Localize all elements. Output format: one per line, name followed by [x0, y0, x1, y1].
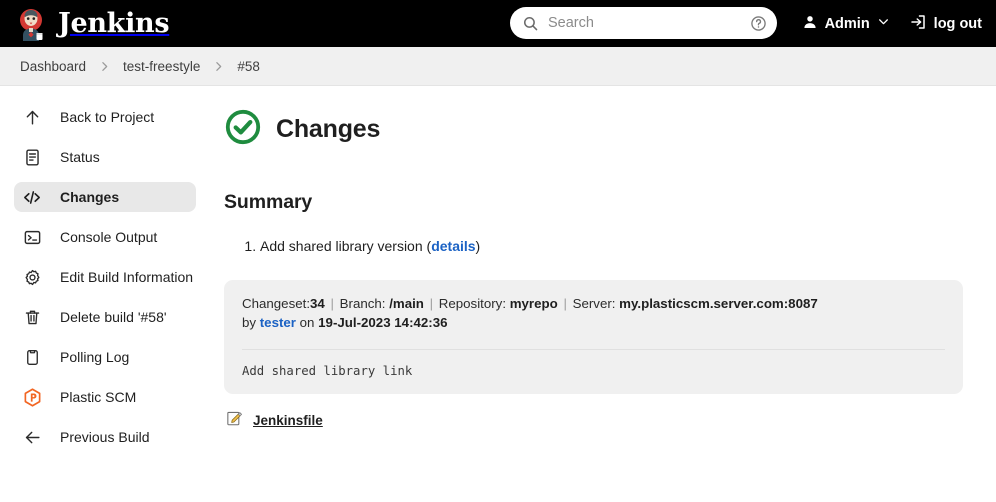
server-value: my.plasticscm.server.com:8087 — [619, 295, 818, 311]
sidebar-item-label: Back to Project — [60, 109, 155, 125]
breadcrumb: Dashboard test-freestyle #58 — [0, 47, 996, 86]
details-link[interactable]: details — [431, 238, 475, 254]
meta-separator: | — [425, 295, 437, 311]
meta-separator: | — [326, 295, 338, 311]
trash-icon — [22, 307, 42, 327]
plastic-scm-logo-icon — [22, 387, 42, 407]
code-brackets-icon — [22, 187, 42, 207]
chevron-right-icon — [208, 60, 229, 73]
sidebar-item-label: Previous Build — [60, 429, 150, 445]
help-circle-icon[interactable] — [750, 15, 767, 32]
person-icon — [802, 14, 818, 34]
summary-list: Add shared library version (details) — [224, 236, 963, 258]
sidebar-item-previous-build[interactable]: Previous Build — [14, 422, 196, 452]
sidebar-item-edit-build-information[interactable]: Edit Build Information — [14, 262, 196, 292]
logout-arrow-icon — [909, 13, 927, 35]
header-actions: Admin log out — [802, 0, 982, 47]
search-icon — [522, 15, 539, 32]
changeset-divider — [242, 348, 945, 350]
logout-button[interactable]: log out — [909, 13, 982, 35]
page-title: Changes — [276, 115, 381, 143]
changeset-value: 34 — [310, 295, 325, 311]
arrow-up-icon — [22, 107, 42, 127]
sidebar-item-label: Edit Build Information — [60, 269, 194, 285]
sidebar-item-polling-log[interactable]: Polling Log — [14, 342, 196, 372]
sidebar-item-label: Changes — [60, 189, 120, 205]
summary-item-text-after: ) — [475, 238, 481, 254]
breadcrumb-item-dashboard[interactable]: Dashboard — [14, 56, 92, 77]
breadcrumb-item-test-freestyle[interactable]: test-freestyle — [117, 56, 206, 77]
changeset-timestamp: 19-Jul-2023 14:42:36 — [318, 315, 448, 331]
repository-label: Repository: — [438, 295, 510, 311]
sidebar-item-label: Console Output — [60, 229, 158, 245]
branch-value: /main — [389, 295, 424, 311]
app-header: Jenkins Admin — [0, 0, 996, 47]
user-menu-label: Admin — [824, 15, 870, 32]
changeset-message: Add shared library link — [242, 363, 413, 378]
changeset-card: Changeset:34 | Branch: /main | Repositor… — [224, 279, 963, 394]
summary-item-text: Add shared library version ( — [260, 238, 432, 254]
search-box[interactable] — [510, 7, 777, 39]
logout-label: log out — [933, 15, 982, 32]
sidebar-item-back-to-project[interactable]: Back to Project — [14, 102, 196, 132]
search-input[interactable] — [539, 15, 750, 31]
sidebar: Back to Project Status Changes Console O… — [0, 86, 210, 502]
sidebar-item-changes[interactable]: Changes — [14, 182, 196, 212]
sidebar-item-plastic-scm[interactable]: Plastic SCM — [14, 382, 196, 412]
terminal-icon — [22, 227, 42, 247]
server-label: Server: — [572, 295, 620, 311]
sidebar-item-label: Polling Log — [60, 349, 130, 365]
list-item: Add shared library version (details) — [260, 236, 963, 258]
on-label: on — [295, 315, 319, 331]
sidebar-item-label: Status — [60, 149, 100, 165]
author-link[interactable]: tester — [260, 315, 296, 330]
meta-separator: | — [559, 295, 571, 311]
user-menu-button[interactable]: Admin — [802, 14, 890, 34]
page-title-row: Changes — [224, 108, 963, 151]
gear-icon — [22, 267, 42, 287]
clipboard-icon — [22, 347, 42, 367]
branch-label: Branch: — [339, 295, 390, 311]
chevron-down-icon — [877, 15, 890, 32]
breadcrumb-item-build-number[interactable]: #58 — [231, 56, 266, 77]
changeset-meta: Changeset:34 | Branch: /main | Repositor… — [242, 294, 945, 333]
page-body: Back to Project Status Changes Console O… — [0, 86, 996, 502]
summary-heading: Summary — [224, 191, 313, 213]
jenkins-home-link[interactable]: Jenkins — [16, 7, 170, 41]
sidebar-item-label: Plastic SCM — [60, 389, 137, 405]
document-icon — [22, 147, 42, 167]
brand-name: Jenkins — [58, 8, 170, 39]
by-label: by — [242, 315, 260, 331]
jenkins-butler-logo-icon — [16, 7, 48, 41]
main-content: Changes Summary Add shared library versi… — [210, 86, 996, 502]
sidebar-item-label: Delete build '#58' — [60, 309, 167, 325]
changeset-label: Changeset: — [242, 295, 311, 311]
sidebar-item-console-output[interactable]: Console Output — [14, 222, 196, 252]
affected-file-row: Jenkinsfile — [224, 410, 963, 432]
edit-document-icon — [226, 410, 243, 432]
repository-value: myrepo — [509, 295, 558, 311]
chevron-right-icon — [94, 60, 115, 73]
success-check-circle-icon — [224, 108, 262, 151]
arrow-left-icon — [22, 427, 42, 447]
affected-file-link[interactable]: Jenkinsfile — [253, 413, 323, 428]
sidebar-item-status[interactable]: Status — [14, 142, 196, 172]
sidebar-item-delete-build[interactable]: Delete build '#58' — [14, 302, 196, 332]
